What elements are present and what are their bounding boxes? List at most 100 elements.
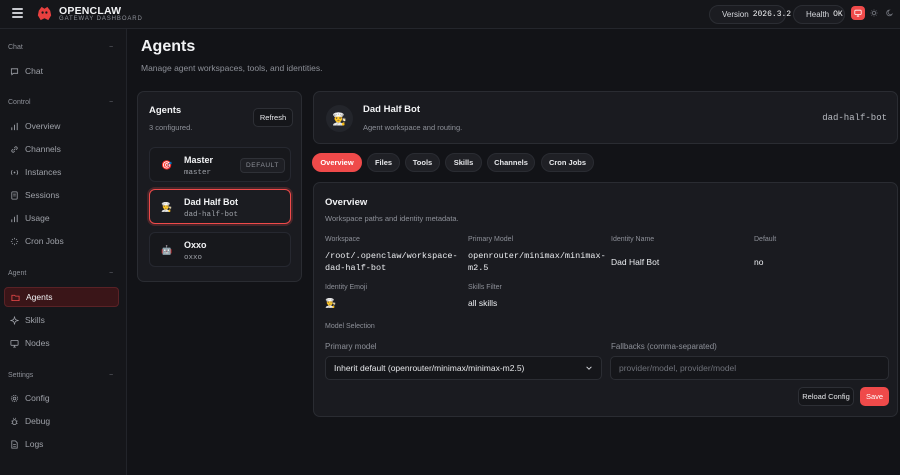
workspace-label: Workspace: [325, 236, 360, 243]
default-label: Default: [754, 236, 777, 243]
version-value: 2026.3.2: [752, 10, 792, 19]
sidebar-item-overview[interactable]: Overview: [4, 116, 119, 136]
tab-overview[interactable]: Overview: [312, 153, 362, 172]
agents-list-card: Agents 3 configured. Refresh 🎯 Master ma…: [137, 91, 302, 282]
folder-icon: [11, 294, 20, 301]
agent-id: dad-half-bot: [184, 211, 239, 219]
overview-card: Overview Workspace paths and identity me…: [313, 182, 898, 417]
tab-tools[interactable]: Tools: [405, 153, 440, 172]
agent-row-oxxo[interactable]: 🤖 Oxxo oxxo: [149, 232, 291, 267]
chat-icon: [10, 67, 19, 75]
robot-icon: 🤖: [161, 245, 173, 255]
agent-id: master: [184, 169, 212, 177]
agent-name: Master: [184, 155, 214, 165]
sidebar-item-cron-jobs[interactable]: Cron Jobs: [4, 231, 119, 251]
cook-icon: 👨‍🍳: [332, 111, 347, 126]
sidebar-item-logs[interactable]: Logs: [4, 434, 119, 454]
chevron-down-icon: [586, 366, 592, 370]
tab-files[interactable]: Files: [367, 153, 400, 172]
identity-emoji-label: Identity Emoji: [325, 284, 368, 291]
brand-subtitle: GATEWAY DASHBOARD: [59, 16, 143, 22]
agent-id: oxxo: [184, 254, 203, 262]
theme-light-button[interactable]: [867, 6, 881, 20]
moon-icon: [886, 9, 894, 17]
top-bar: OPENCLAW GATEWAY DASHBOARD Version 2026.…: [0, 0, 900, 29]
sidebar: Chat − Chat Control − Overview Channels In…: [0, 29, 127, 475]
agents-count: 3 configured.: [149, 123, 193, 132]
chevron-down-icon: −: [109, 372, 114, 379]
refresh-button[interactable]: Refresh: [253, 108, 293, 127]
sidebar-item-agents[interactable]: Agents: [4, 287, 119, 307]
broadcast-icon: [10, 169, 19, 175]
agent-header-id: dad-half-bot: [822, 113, 887, 123]
sidebar-item-debug[interactable]: Debug: [4, 411, 119, 431]
monitor-icon: [10, 339, 19, 348]
workspace-value: /root/.openclaw/workspace- dad-half-bot: [325, 251, 458, 273]
tab-channels[interactable]: Channels: [487, 153, 535, 172]
loader-icon: [10, 237, 19, 245]
identity-emoji-value: 👨‍🍳: [325, 298, 337, 308]
health-pill: Health OK: [793, 5, 845, 24]
theme-dark-button[interactable]: [883, 6, 897, 20]
primary-model-value: openrouter/minimax/minimax- m2.5: [468, 251, 606, 273]
sidebar-section-agent[interactable]: Agent −: [8, 270, 113, 277]
default-badge: DEFAULT: [240, 158, 285, 173]
save-button[interactable]: Save: [860, 387, 889, 406]
file-text-icon: [11, 439, 18, 449]
reload-config-button[interactable]: Reload Config: [798, 387, 854, 406]
overview-subtitle: Workspace paths and identity metadata.: [325, 214, 459, 223]
skills-filter-value: all skills: [468, 298, 498, 308]
sidebar-item-sessions[interactable]: Sessions: [4, 185, 119, 205]
gear-icon: [10, 394, 19, 402]
sidebar-section-settings[interactable]: Settings −: [8, 372, 113, 379]
chevron-down-icon: −: [109, 270, 114, 277]
agent-avatar: 👨‍🍳: [326, 105, 353, 132]
agent-row-master[interactable]: 🎯 Master master DEFAULT: [149, 147, 291, 182]
bug-icon: [11, 417, 18, 425]
identity-name-value: Dad Half Bot: [611, 257, 660, 267]
page-title: Agents: [141, 38, 196, 55]
openclaw-logo: [37, 6, 52, 21]
sidebar-section-chat[interactable]: Chat −: [8, 44, 113, 51]
theme-system-button[interactable]: [851, 6, 865, 20]
sidebar-item-config[interactable]: Config: [4, 388, 119, 408]
version-pill: Version 2026.3.2: [709, 5, 791, 24]
agent-header-card: 👨‍🍳 Dad Half Bot Agent workspace and rou…: [313, 91, 898, 144]
agent-row-dad-half-bot[interactable]: 👨‍🍳 Dad Half Bot dad-half-bot: [149, 189, 291, 224]
sidebar-item-nodes[interactable]: Nodes: [4, 333, 119, 353]
agent-header-name: Dad Half Bot: [363, 104, 420, 115]
agent-name: Dad Half Bot: [184, 197, 238, 207]
bar-chart-icon: [11, 122, 18, 130]
tab-skills[interactable]: Skills: [445, 153, 482, 172]
health-value: OK: [833, 10, 843, 19]
chevron-down-icon: −: [109, 99, 114, 106]
sidebar-item-channels[interactable]: Channels: [4, 139, 119, 159]
document-icon: [11, 190, 18, 200]
sidebar-item-usage[interactable]: Usage: [4, 208, 119, 228]
sidebar-item-instances[interactable]: Instances: [4, 162, 119, 182]
monitor-icon: [854, 9, 862, 17]
chevron-down-icon: −: [109, 44, 114, 51]
bar-chart-icon: [11, 214, 18, 222]
menu-icon[interactable]: [12, 8, 23, 18]
sparkle-icon: [10, 315, 19, 325]
identity-name-label: Identity Name: [611, 236, 655, 243]
primary-model-select[interactable]: Inherit default (openrouter/minimax/mini…: [325, 356, 602, 380]
skills-filter-label: Skills Filter: [468, 284, 502, 291]
target-icon: 🎯: [161, 160, 173, 170]
sidebar-section-control[interactable]: Control −: [8, 99, 113, 106]
version-label: Version: [722, 10, 749, 19]
sidebar-item-skills[interactable]: Skills: [4, 310, 119, 330]
sidebar-item-chat[interactable]: Chat: [4, 61, 119, 81]
cook-icon: 👨‍🍳: [161, 202, 173, 212]
fallbacks-label: Fallbacks (comma-separated): [611, 342, 717, 351]
agent-header-subtitle: Agent workspace and routing.: [363, 123, 463, 132]
primary-model-field-label: Primary model: [325, 342, 377, 351]
fallbacks-input[interactable]: [610, 356, 889, 380]
sun-icon: [870, 9, 878, 17]
page-subtitle: Manage agent workspaces, tools, and iden…: [141, 63, 323, 73]
link-icon: [11, 145, 18, 153]
tab-cron-jobs[interactable]: Cron Jobs: [541, 153, 594, 172]
agent-name: Oxxo: [184, 240, 207, 250]
primary-model-label: Primary Model: [468, 236, 514, 243]
